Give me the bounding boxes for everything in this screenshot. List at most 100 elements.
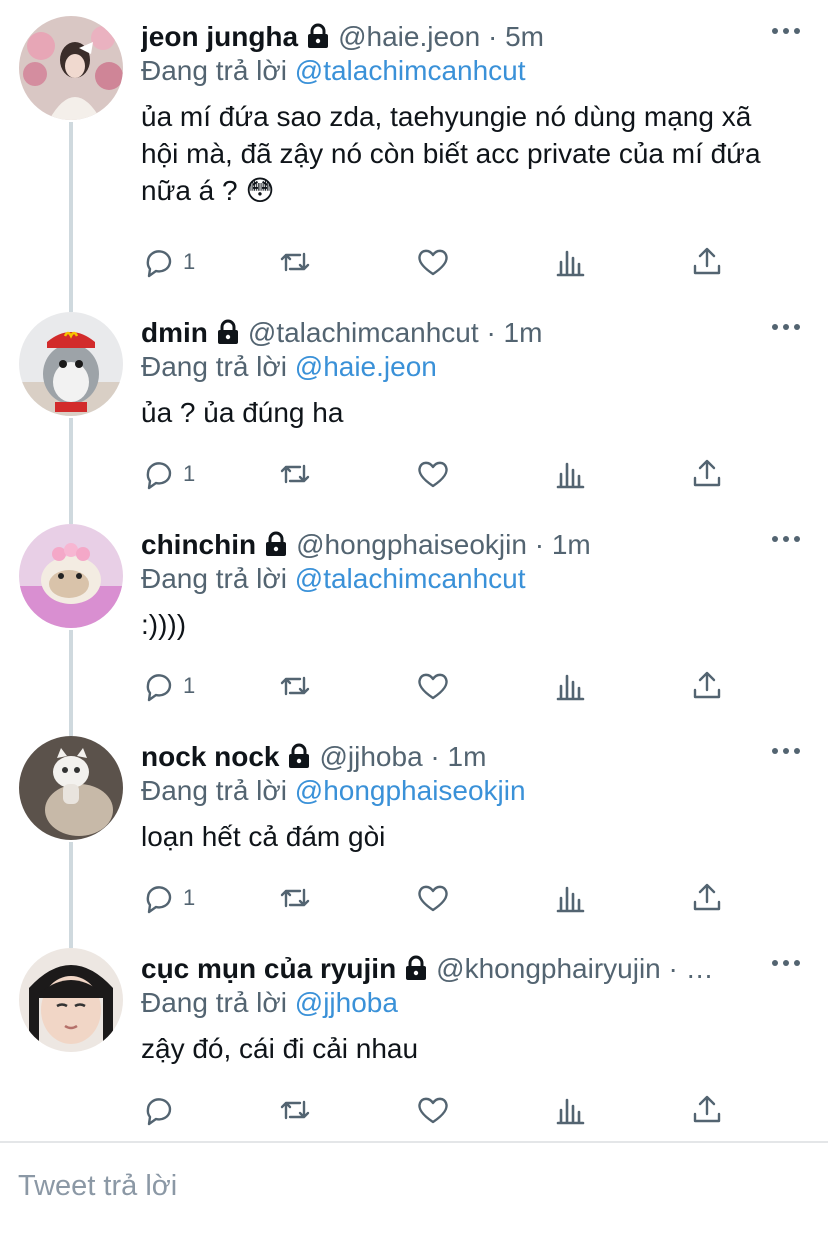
like-button[interactable] [415,1090,451,1130]
retweet-button[interactable] [277,1090,313,1130]
share-button[interactable] [689,878,725,918]
replying-to: Đang trả lời @talachimcanhcut [141,562,526,596]
heart-icon [418,1097,448,1124]
avatar[interactable] [19,948,123,1052]
analytics-button[interactable] [553,454,589,494]
lock-icon [306,21,330,56]
lock-icon [287,741,311,776]
heart-icon [418,673,448,700]
share-button[interactable] [689,242,725,282]
more-options-icon[interactable] [772,532,800,546]
share-button[interactable] [689,666,725,706]
separator-dot: · [487,21,498,52]
reply-button[interactable]: 1 [141,242,195,282]
replying-label: Đang trả lời [141,55,287,86]
user-handle[interactable]: @jjhoba [319,741,422,772]
reply-count: 1 [183,885,196,910]
separator-dot: · [668,953,678,984]
replying-to: Đang trả lời @haie.jeon [141,350,437,384]
like-button[interactable] [415,454,451,494]
timestamp[interactable]: 1m [448,741,487,772]
tweet-text: :)))) [141,609,187,640]
share-icon [693,1095,721,1123]
user-handle[interactable]: @hongphaiseokjin [296,529,527,560]
avatar[interactable] [19,736,123,840]
separator-dot: · [486,317,496,348]
tweet[interactable]: cục mụn của ryujin @khongphairyujin · … Đ… [0,932,828,1141]
user-handle[interactable]: @haie.jeon [338,21,480,52]
like-button[interactable] [415,242,451,282]
analytics-button[interactable] [553,666,589,706]
mention-link[interactable]: @talachimcanhcut [295,55,526,86]
avatar[interactable] [19,312,123,416]
lock-icon [216,317,240,352]
analytics-icon [556,674,585,701]
retweet-icon [280,888,310,908]
retweet-button[interactable] [277,454,313,494]
mention-link[interactable]: @jjhoba [295,987,398,1018]
reply-button[interactable]: 1 [141,666,195,706]
share-button[interactable] [689,454,725,494]
replying-label: Đang trả lời [141,775,287,806]
display-name[interactable]: chinchin [141,529,256,560]
analytics-button[interactable] [553,242,589,282]
user-handle[interactable]: @talachimcanhcut [248,317,479,348]
more-options-icon[interactable] [772,956,800,970]
retweet-button[interactable] [277,666,313,706]
analytics-button[interactable] [553,878,589,918]
replying-label: Đang trả lời [141,563,287,594]
mention-link[interactable]: @talachimcanhcut [295,563,526,594]
avatar-image [19,16,123,120]
analytics-icon [556,1098,585,1125]
display-name[interactable]: nock nock [141,741,279,772]
heart-icon [418,885,448,912]
replying-label: Đang trả lời [141,987,287,1018]
mention-link[interactable]: @haie.jeon [295,351,437,382]
share-icon [693,247,721,275]
more-options-icon[interactable] [772,24,800,38]
avatar-image [19,736,123,840]
tweet-text: ủa ? ủa đúng ha [141,397,344,428]
like-button[interactable] [415,666,451,706]
reply-button[interactable] [141,1090,183,1130]
tweet[interactable]: chinchin @hongphaiseokjin · 1m Đang trả l… [0,508,828,720]
tweet-actions: 1 [141,878,741,918]
lock-icon [264,529,288,564]
display-name[interactable]: dmin [141,317,208,348]
avatar[interactable] [19,16,123,120]
timestamp[interactable]: … [686,953,714,984]
tweet-text: loạn hết cả đám gòi [141,821,386,852]
avatar-image [19,312,123,416]
display-name[interactable]: jeon jungha [141,21,298,52]
replying-to: Đang trả lời @jjhoba [141,986,398,1020]
tweet-actions: 1 [141,242,741,282]
reply-count: 1 [183,249,196,274]
retweet-icon [280,252,310,272]
replying-to: Đang trả lời @talachimcanhcut [141,54,526,88]
like-button[interactable] [415,878,451,918]
avatar[interactable] [19,524,123,628]
share-button[interactable] [689,1090,725,1130]
display-name[interactable]: cục mụn của ryujin [141,953,396,984]
tweet[interactable]: nock nock @jjhoba · 1m Đang trả lời @hong… [0,720,828,932]
more-options-icon[interactable] [772,320,800,334]
analytics-button[interactable] [553,1090,589,1130]
tweet[interactable]: dmin @talachimcanhcut · 1m Đang trả lời @… [0,296,828,508]
reply-icon [146,1098,172,1126]
user-handle[interactable]: @khongphairyujin [436,953,661,984]
mention-link[interactable]: @hongphaiseokjin [295,775,526,806]
lock-icon [404,953,428,988]
more-options-icon[interactable] [772,744,800,758]
reply-compose-input[interactable]: Tweet trả lời [18,1170,177,1203]
retweet-button[interactable] [277,878,313,918]
reply-button[interactable]: 1 [141,454,195,494]
tweet-actions [141,1090,741,1130]
timestamp[interactable]: 1m [504,317,543,348]
tweet[interactable]: jeon jungha @haie.jeon · 5m Đang trả lời … [0,0,828,310]
reply-button[interactable]: 1 [141,878,195,918]
retweet-button[interactable] [277,242,313,282]
tweet-text: zậy đó, cái đi cải nhau [141,1033,419,1064]
reply-icon [146,462,172,490]
timestamp[interactable]: 5m [505,21,544,52]
timestamp[interactable]: 1m [552,529,591,560]
